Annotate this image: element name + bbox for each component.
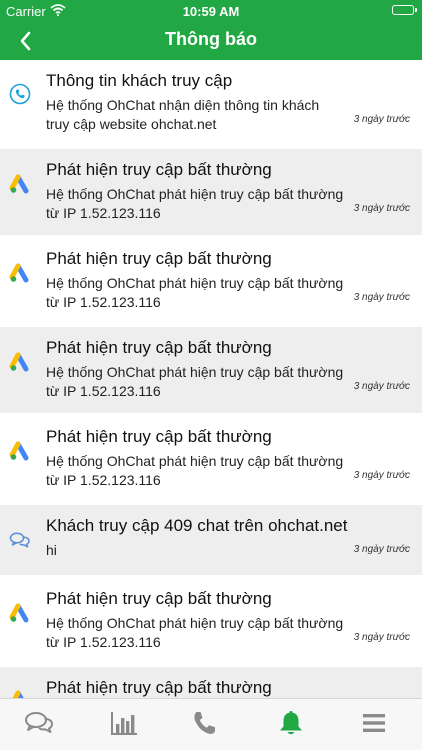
ads-icon	[9, 173, 31, 195]
chat-bubbles-icon	[25, 712, 53, 733]
notification-body: Hệ thống OhChat phát hiện truy cập bất t…	[46, 275, 344, 310]
notification-item[interactable]: Phát hiện truy cập bất thường Hệ thống O…	[0, 327, 422, 413]
ads-icon	[9, 440, 31, 462]
ads-icon	[9, 262, 31, 284]
notification-title: Phát hiện truy cập bất thường	[46, 589, 272, 608]
notification-item[interactable]: Phát hiện truy cập bất thường Hệ thống O…	[0, 238, 422, 324]
chat-icon	[9, 529, 31, 551]
notification-time: 3 ngày trước	[353, 544, 410, 555]
phone-icon	[194, 712, 215, 734]
notification-item[interactable]: Phát hiện truy cập bất thường Hệ thống O…	[0, 416, 422, 502]
clock: 10:59 AM	[182, 4, 240, 19]
notification-time: 3 ngày trước	[353, 114, 410, 125]
notification-item[interactable]: Thông tin khách truy cập Hệ thống OhChat…	[0, 60, 422, 146]
notification-body: Hệ thống OhChat phát hiện truy cập bất t…	[46, 453, 344, 488]
tab-chats[interactable]	[24, 709, 54, 737]
notification-time: 3 ngày trước	[353, 381, 410, 392]
notification-item[interactable]: Phát hiện truy cập bất thường Hệ thống O…	[0, 578, 422, 664]
battery-icon	[392, 5, 417, 15]
page-title: Thông báo	[165, 29, 257, 49]
tab-bar	[0, 698, 422, 750]
notification-time: 3 ngày trước	[353, 632, 410, 643]
status-bar: Carrier 10:59 AM	[0, 0, 422, 22]
tab-notifications[interactable]	[276, 709, 306, 737]
notification-item[interactable]: Khách truy cập 409 chat trên ohchat.net …	[0, 505, 422, 575]
navigation-bar: Thông báo	[0, 22, 422, 60]
ads-icon	[9, 602, 31, 624]
notification-body: Hệ thống OhChat phát hiện truy cập bất t…	[46, 615, 344, 650]
notification-title: Phát hiện truy cập bất thường	[46, 678, 272, 697]
ads-icon	[9, 689, 31, 698]
notification-item[interactable]: Phát hiện truy cập bất thường	[0, 667, 422, 698]
notification-title: Phát hiện truy cập bất thường	[46, 160, 272, 179]
tab-reports[interactable]	[109, 709, 139, 737]
notification-title: Phát hiện truy cập bất thường	[46, 249, 272, 268]
notification-title: Phát hiện truy cập bất thường	[46, 427, 272, 446]
phone-icon	[9, 83, 31, 105]
bar-chart-icon	[111, 712, 137, 735]
notification-body: Hệ thống OhChat phát hiện truy cập bất t…	[46, 364, 344, 399]
notification-body: hi	[46, 542, 57, 558]
notification-time: 3 ngày trước	[353, 470, 410, 481]
tab-menu[interactable]	[359, 709, 389, 737]
tab-calls[interactable]	[190, 709, 220, 737]
notification-list[interactable]: Thông tin khách truy cập Hệ thống OhChat…	[0, 60, 422, 698]
notification-item[interactable]: Phát hiện truy cập bất thường Hệ thống O…	[0, 149, 422, 235]
menu-icon	[363, 714, 385, 732]
notification-title: Khách truy cập 409 chat trên ohchat.net	[46, 516, 348, 535]
bell-icon	[280, 711, 302, 735]
notification-time: 3 ngày trước	[353, 292, 410, 303]
notification-body: Hệ thống OhChat phát hiện truy cập bất t…	[46, 186, 344, 221]
notification-title: Thông tin khách truy cập	[46, 71, 233, 90]
notification-body: Hệ thống OhChat nhận diện thông tin khác…	[46, 97, 320, 132]
notification-time: 3 ngày trước	[353, 203, 410, 214]
notification-title: Phát hiện truy cập bất thường	[46, 338, 272, 357]
ads-icon	[9, 351, 31, 373]
